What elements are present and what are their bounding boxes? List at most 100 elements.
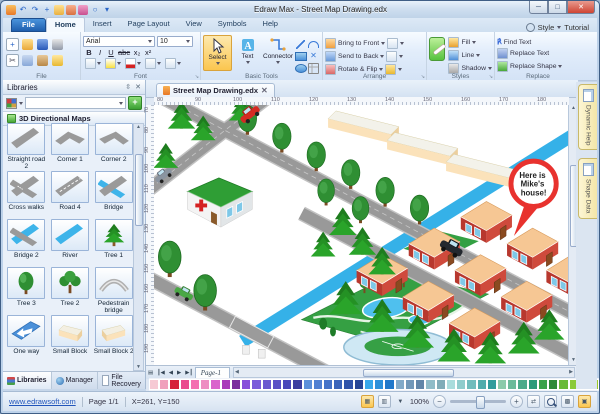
color-swatch[interactable] xyxy=(487,379,497,390)
color-swatch[interactable] xyxy=(507,379,517,390)
bold-button[interactable]: B xyxy=(85,48,93,57)
more-icon[interactable]: ▾ xyxy=(102,5,112,15)
scrollbar-thumb[interactable] xyxy=(363,369,453,377)
library-item-river[interactable]: River xyxy=(50,219,91,267)
tab-shape-data[interactable]: Shape Data xyxy=(578,158,597,218)
highlight-icon[interactable] xyxy=(105,58,116,69)
style-button[interactable]: Style xyxy=(538,23,555,32)
tab-home[interactable]: Home xyxy=(46,17,85,32)
color-swatch[interactable] xyxy=(343,379,353,390)
font-size-select[interactable]: 10 xyxy=(157,36,193,47)
format-painter-icon[interactable] xyxy=(52,55,63,66)
tab-symbols[interactable]: Symbols xyxy=(210,17,255,32)
underline-button[interactable]: U xyxy=(107,48,115,57)
tutorial-button[interactable]: Tutorial xyxy=(564,23,589,32)
color-swatch[interactable] xyxy=(303,379,313,390)
font-family-select[interactable]: Arial xyxy=(83,36,155,47)
color-swatch[interactable] xyxy=(415,379,425,390)
library-search-combo[interactable] xyxy=(25,97,126,109)
connector-tool-button[interactable]: Connector xyxy=(263,35,293,73)
indent-icon[interactable] xyxy=(85,58,96,69)
callout-mikes-house[interactable]: Here is Mike's house! xyxy=(511,161,556,236)
zoom-out-button[interactable]: − xyxy=(433,395,446,408)
chevron-down-icon[interactable] xyxy=(19,102,23,105)
color-swatch[interactable] xyxy=(241,379,251,390)
copy-icon[interactable] xyxy=(22,55,33,66)
list-icon[interactable] xyxy=(165,58,176,69)
fit-page-icon[interactable]: ⇄ xyxy=(527,395,540,408)
fullscreen-icon[interactable]: ▣ xyxy=(578,395,591,408)
tab-file[interactable]: File xyxy=(11,18,46,32)
text-tool-button[interactable]: A Text xyxy=(233,35,262,73)
minimize-button[interactable]: ─ xyxy=(529,1,548,14)
cross-icon[interactable]: ✕ xyxy=(310,52,317,60)
cut-icon[interactable]: ✂ xyxy=(6,54,19,67)
color-swatch[interactable] xyxy=(231,379,241,390)
color-swatch[interactable] xyxy=(446,379,456,390)
italic-button[interactable]: I xyxy=(96,48,104,57)
color-swatch[interactable] xyxy=(323,379,333,390)
library-doc-icon[interactable] xyxy=(54,5,64,15)
bring-to-front-button[interactable]: Bring to Front xyxy=(325,38,424,49)
hospital[interactable] xyxy=(187,178,252,227)
new-icon[interactable]: + xyxy=(6,38,19,51)
color-swatch[interactable] xyxy=(149,379,159,390)
add-shape-icon[interactable]: + xyxy=(42,5,52,15)
strikethrough-button[interactable]: abc xyxy=(118,48,130,57)
color-swatch[interactable] xyxy=(456,379,466,390)
document-tab[interactable]: Street Map Drawing.edx ✕ xyxy=(156,83,275,97)
maximize-button[interactable]: □ xyxy=(548,1,567,14)
color-swatch[interactable] xyxy=(477,379,487,390)
color-swatch[interactable] xyxy=(313,379,323,390)
color-swatch[interactable] xyxy=(497,379,507,390)
library-scrollbar[interactable]: ▲▼ xyxy=(133,123,144,371)
add-library-button[interactable]: + xyxy=(128,96,142,110)
superscript-button[interactable]: x² xyxy=(144,48,152,57)
find-text-button[interactable]: ℟ Find Text xyxy=(497,38,579,46)
color-swatch[interactable] xyxy=(548,379,558,390)
print-icon[interactable] xyxy=(52,39,63,50)
library-item-small-block[interactable]: Small Block xyxy=(50,315,91,363)
library-item-tree-3[interactable]: Tree 3 xyxy=(6,267,47,315)
first-page-button[interactable]: ┃◀ xyxy=(155,370,167,376)
library-item-cross-walks[interactable]: Cross walks xyxy=(6,171,47,219)
clipart-doc-icon[interactable] xyxy=(66,5,76,15)
library-item-road-4[interactable]: Road 4 xyxy=(50,171,91,219)
color-swatch[interactable] xyxy=(292,379,302,390)
color-swatch[interactable] xyxy=(517,379,527,390)
zoom-slider[interactable] xyxy=(450,400,506,403)
replace-shape-button[interactable]: Replace Shape xyxy=(497,61,579,72)
color-swatch[interactable] xyxy=(364,379,374,390)
library-item-bridge-2[interactable]: Bridge 2 xyxy=(6,219,47,267)
pin-icon[interactable]: ⇳ xyxy=(125,83,131,91)
font-color-icon[interactable] xyxy=(125,58,136,69)
page-list-icon[interactable]: ▤ xyxy=(146,370,155,376)
tab-view[interactable]: View xyxy=(178,17,210,32)
close-document-icon[interactable]: ✕ xyxy=(261,86,268,95)
panel-tab-file-recovery[interactable]: File Recovery xyxy=(98,372,148,389)
color-swatch[interactable] xyxy=(528,379,538,390)
normal-view-icon[interactable]: ▦ xyxy=(361,395,374,408)
tab-insert[interactable]: Insert xyxy=(85,17,120,32)
color-swatch[interactable] xyxy=(221,379,231,390)
scrollbar-thumb[interactable] xyxy=(135,154,143,226)
zoom-region-icon[interactable] xyxy=(544,395,557,408)
undo-icon[interactable]: ↶ xyxy=(18,5,28,15)
color-swatch[interactable] xyxy=(374,379,384,390)
building-block[interactable] xyxy=(387,133,458,166)
library-item-corner-2[interactable]: Corner 2 xyxy=(93,123,134,171)
stadium[interactable] xyxy=(344,330,452,365)
distribute-icon[interactable] xyxy=(386,51,397,62)
filter-icon[interactable]: ▼ xyxy=(395,396,406,407)
replace-text-button[interactable]: Replace Text xyxy=(497,48,579,59)
tab-page-layout[interactable]: Page Layout xyxy=(120,17,178,32)
send-to-back-button[interactable]: Send to Back xyxy=(325,51,424,62)
tab-help[interactable]: Help xyxy=(255,17,286,32)
line-button[interactable]: Line xyxy=(448,50,492,61)
close-panel-icon[interactable]: ✕ xyxy=(135,83,141,91)
paste-icon[interactable] xyxy=(37,55,48,66)
library-item-small-block-2[interactable]: Small Block 2 xyxy=(93,315,134,363)
library-item-tree-2[interactable]: Tree 2 xyxy=(50,267,91,315)
page-tab[interactable]: Page-1 xyxy=(195,367,230,379)
save-icon[interactable] xyxy=(37,39,48,50)
